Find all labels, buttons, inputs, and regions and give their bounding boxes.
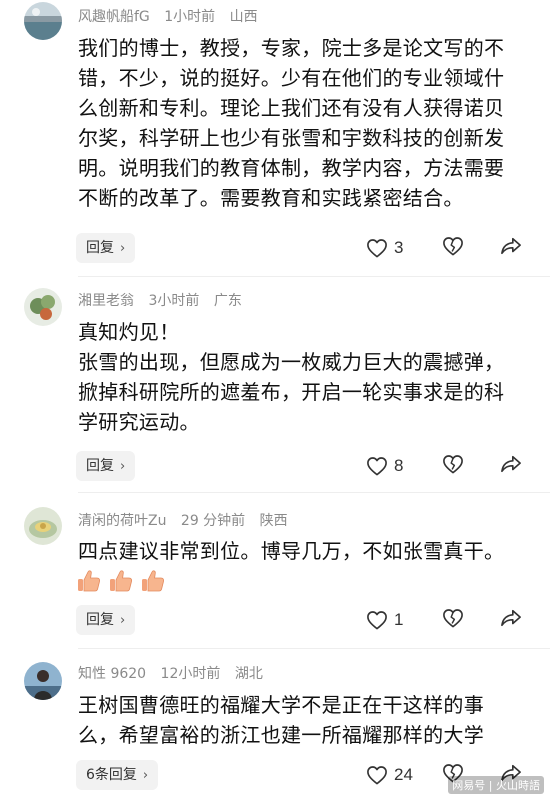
reply-button[interactable]: 6条回复 › bbox=[76, 760, 159, 790]
thumbs-up-icon bbox=[142, 570, 165, 592]
comment-location: 陕西 bbox=[259, 513, 288, 529]
comment-line: 明。说明我们的教育体制，教学内容，方法需要 bbox=[78, 156, 505, 180]
comment-location: 山西 bbox=[229, 9, 258, 25]
like-count: 24 bbox=[394, 765, 413, 784]
comment-line: 我们的博士，教授，专家，院士多是论文写的不 bbox=[78, 36, 505, 60]
dislike-button[interactable] bbox=[442, 236, 466, 260]
divider bbox=[78, 492, 550, 493]
comment-line: 张雪的出现，但愿成为一枚威力巨大的震撼弹， bbox=[78, 350, 505, 374]
avatar[interactable] bbox=[24, 288, 62, 326]
comment-line: 尔奖，科学研上也少有张雪和宇数科技的创新发 bbox=[78, 126, 505, 150]
like-button[interactable]: 3 bbox=[366, 236, 403, 260]
reply-button[interactable]: 回复 › bbox=[76, 233, 136, 263]
share-icon bbox=[501, 609, 521, 627]
comment-meta: 风趣帆船fG 1小时前 山西 bbox=[78, 8, 268, 26]
reply-button[interactable]: 回复 › bbox=[76, 451, 136, 481]
comment-location: 广东 bbox=[213, 293, 242, 309]
share-icon bbox=[501, 237, 521, 255]
divider bbox=[78, 276, 550, 277]
comment-text: 我们的博士，教授，专家，院士多是论文写的不 错，不少，说的挺好。少有在他们的专业… bbox=[78, 33, 530, 213]
comment-time: 3小时前 bbox=[148, 293, 200, 309]
comment-item: 清闲的荷叶Zu 29 分钟前 陕西 四点建议非常到位。博导几万，不如张雪真干。 … bbox=[0, 505, 550, 645]
like-count: 1 bbox=[394, 610, 404, 629]
comment-time: 29 分钟前 bbox=[180, 513, 246, 529]
comment-line: 错，不少，说的挺好。少有在他们的专业领域什 bbox=[78, 66, 505, 90]
emoji-row bbox=[76, 568, 166, 594]
heart-icon bbox=[367, 239, 387, 258]
comment-time: 12小时前 bbox=[160, 666, 221, 682]
share-button[interactable] bbox=[500, 454, 524, 478]
comment-meta: 湘里老翁 3小时前 广东 bbox=[78, 292, 252, 310]
like-button[interactable]: 8 bbox=[366, 454, 403, 478]
heart-icon bbox=[367, 457, 387, 476]
watermark: 网易号 | 火山時語 bbox=[448, 776, 544, 794]
chevron-right-icon: › bbox=[120, 241, 126, 256]
like-button[interactable]: 1 bbox=[366, 608, 403, 632]
divider bbox=[78, 648, 550, 649]
chevron-right-icon: › bbox=[120, 613, 126, 628]
broken-heart-icon bbox=[443, 455, 463, 474]
share-button[interactable] bbox=[500, 608, 524, 632]
comment-line: 么创新和专利。理论上我们还有没有人获得诺贝 bbox=[78, 96, 505, 120]
comment-location: 湖北 bbox=[234, 666, 263, 682]
reply-label: 回复 bbox=[86, 458, 114, 474]
like-count: 8 bbox=[394, 456, 404, 475]
chevron-right-icon: › bbox=[120, 459, 126, 474]
heart-icon bbox=[367, 611, 387, 630]
broken-heart-icon bbox=[443, 609, 463, 628]
username[interactable]: 湘里老翁 bbox=[78, 293, 134, 309]
comment-line: 么，希望富裕的浙江也建一所福耀那样的大学 bbox=[78, 723, 484, 747]
comment-text: 王树国曹德旺的福耀大学不是正在干这样的事 么，希望富裕的浙江也建一所福耀那样的大… bbox=[78, 690, 530, 750]
comment-line: 不断的改革了。需要教育和实践紧密结合。 bbox=[78, 186, 464, 210]
username[interactable]: 清闲的荷叶Zu bbox=[78, 513, 166, 529]
like-count: 3 bbox=[394, 238, 404, 257]
share-icon bbox=[501, 455, 521, 473]
comment-item: 湘里老翁 3小时前 广东 真知灼见！ 张雪的出现，但愿成为一枚威力巨大的震撼弹，… bbox=[0, 284, 550, 484]
username[interactable]: 风趣帆船fG bbox=[78, 9, 150, 25]
reply-label: 回复 bbox=[86, 240, 114, 256]
comment-line: 真知灼见！ bbox=[78, 320, 180, 344]
comment-meta: 知性 9620 12小时前 湖北 bbox=[78, 665, 273, 683]
comment-item: 风趣帆船fG 1小时前 山西 我们的博士，教授，专家，院士多是论文写的不 错，不… bbox=[0, 0, 550, 275]
avatar[interactable] bbox=[24, 2, 62, 40]
chevron-right-icon: › bbox=[142, 768, 149, 783]
comment-line: 学研究运动。 bbox=[78, 410, 200, 434]
dislike-button[interactable] bbox=[442, 608, 466, 632]
broken-heart-icon bbox=[443, 237, 463, 256]
like-button[interactable]: 24 bbox=[366, 763, 413, 787]
comment-line: 四点建议非常到位。博导几万，不如张雪真干。 bbox=[78, 539, 505, 563]
comment-line: 掀掉科研院所的遮羞布，开启一轮实事求是的科 bbox=[78, 380, 505, 404]
heart-icon bbox=[367, 766, 387, 785]
thumbs-up-icon bbox=[78, 570, 101, 592]
comment-text: 四点建议非常到位。博导几万，不如张雪真干。 bbox=[78, 536, 530, 566]
reply-button[interactable]: 回复 › bbox=[76, 605, 136, 635]
username[interactable]: 知性 9620 bbox=[78, 666, 146, 682]
dislike-button[interactable] bbox=[442, 454, 466, 478]
thumbs-up-icon bbox=[110, 570, 133, 592]
comment-meta: 清闲的荷叶Zu 29 分钟前 陕西 bbox=[78, 512, 298, 530]
comment-line: 王树国曹德旺的福耀大学不是正在干这样的事 bbox=[78, 693, 484, 717]
share-button[interactable] bbox=[500, 236, 524, 260]
avatar[interactable] bbox=[24, 662, 62, 700]
comment-time: 1小时前 bbox=[164, 9, 216, 25]
reply-label: 回复 bbox=[86, 612, 114, 628]
avatar[interactable] bbox=[24, 507, 62, 545]
comment-text: 真知灼见！ 张雪的出现，但愿成为一枚威力巨大的震撼弹， 掀掉科研院所的遮羞布，开… bbox=[78, 317, 530, 437]
reply-label: 6条回复 bbox=[86, 767, 137, 783]
